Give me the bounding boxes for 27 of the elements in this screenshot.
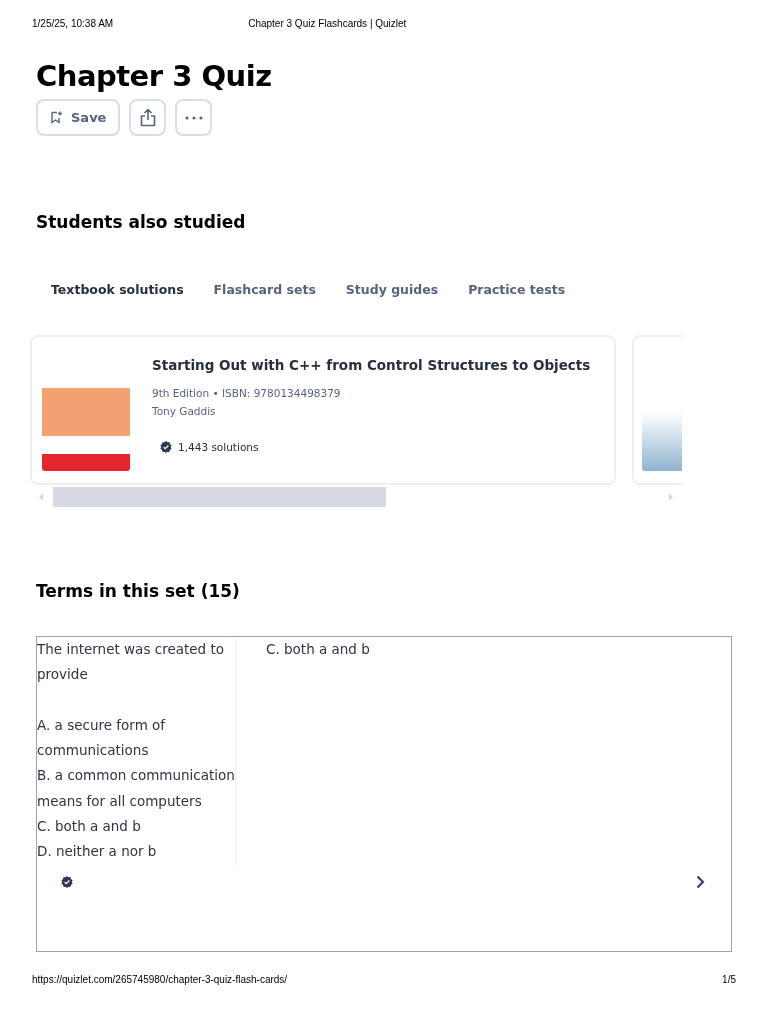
chevron-right-icon[interactable] [696, 874, 705, 889]
category-tab[interactable]: Practice tests [468, 282, 566, 297]
page-title: Chapter 3 Quiz Flashcards | Quizlet [248, 18, 407, 29]
page-number: 1/5 [722, 974, 736, 985]
verified-badge-icon [61, 875, 73, 888]
share-icon [138, 108, 157, 127]
section-heading: Terms in this set (15) [36, 581, 241, 601]
term-text: The internet was created to provide A. a secure form of communications B. a common communication means for all computers C. both a and b D. neither a nor b [37, 637, 236, 867]
more-options-button[interactable] [175, 99, 213, 136]
print-date: 1/25/25, 10:38 AM [32, 18, 114, 29]
verified-badge-icon [160, 441, 172, 453]
solutions-count: 1,443 solutions [178, 441, 259, 453]
save-button[interactable]: Save [36, 99, 121, 136]
bookmark-plus-icon [50, 111, 63, 124]
book-edition: 9th Edition • ISBN: 9780134498379 [152, 387, 342, 399]
more-icon [184, 115, 203, 120]
set-title: Chapter 3 Quiz [36, 59, 273, 93]
category-tab[interactable]: Textbook solutions [51, 282, 184, 297]
share-button[interactable] [129, 99, 167, 136]
book-author: Tony Gaddis [152, 405, 217, 417]
category-tab[interactable]: Study guides [345, 282, 439, 297]
textbook-card[interactable]: Starting Out with C++ from Control Structures to Objects 9th Edition • ISBN: 9780134498379 Tony Gaddis 1,443 solutions [30, 335, 616, 485]
book-title: Starting Out with C++ from Control Structures to Objects [152, 357, 591, 373]
definition-text: C. both a and b [265, 640, 370, 659]
section-heading: Students also studied [36, 212, 247, 232]
page-url: https://quizlet.com/265745980/chapter-3-quiz-flash-cards/ [32, 974, 288, 985]
category-tab[interactable]: Flashcard sets [213, 282, 316, 297]
